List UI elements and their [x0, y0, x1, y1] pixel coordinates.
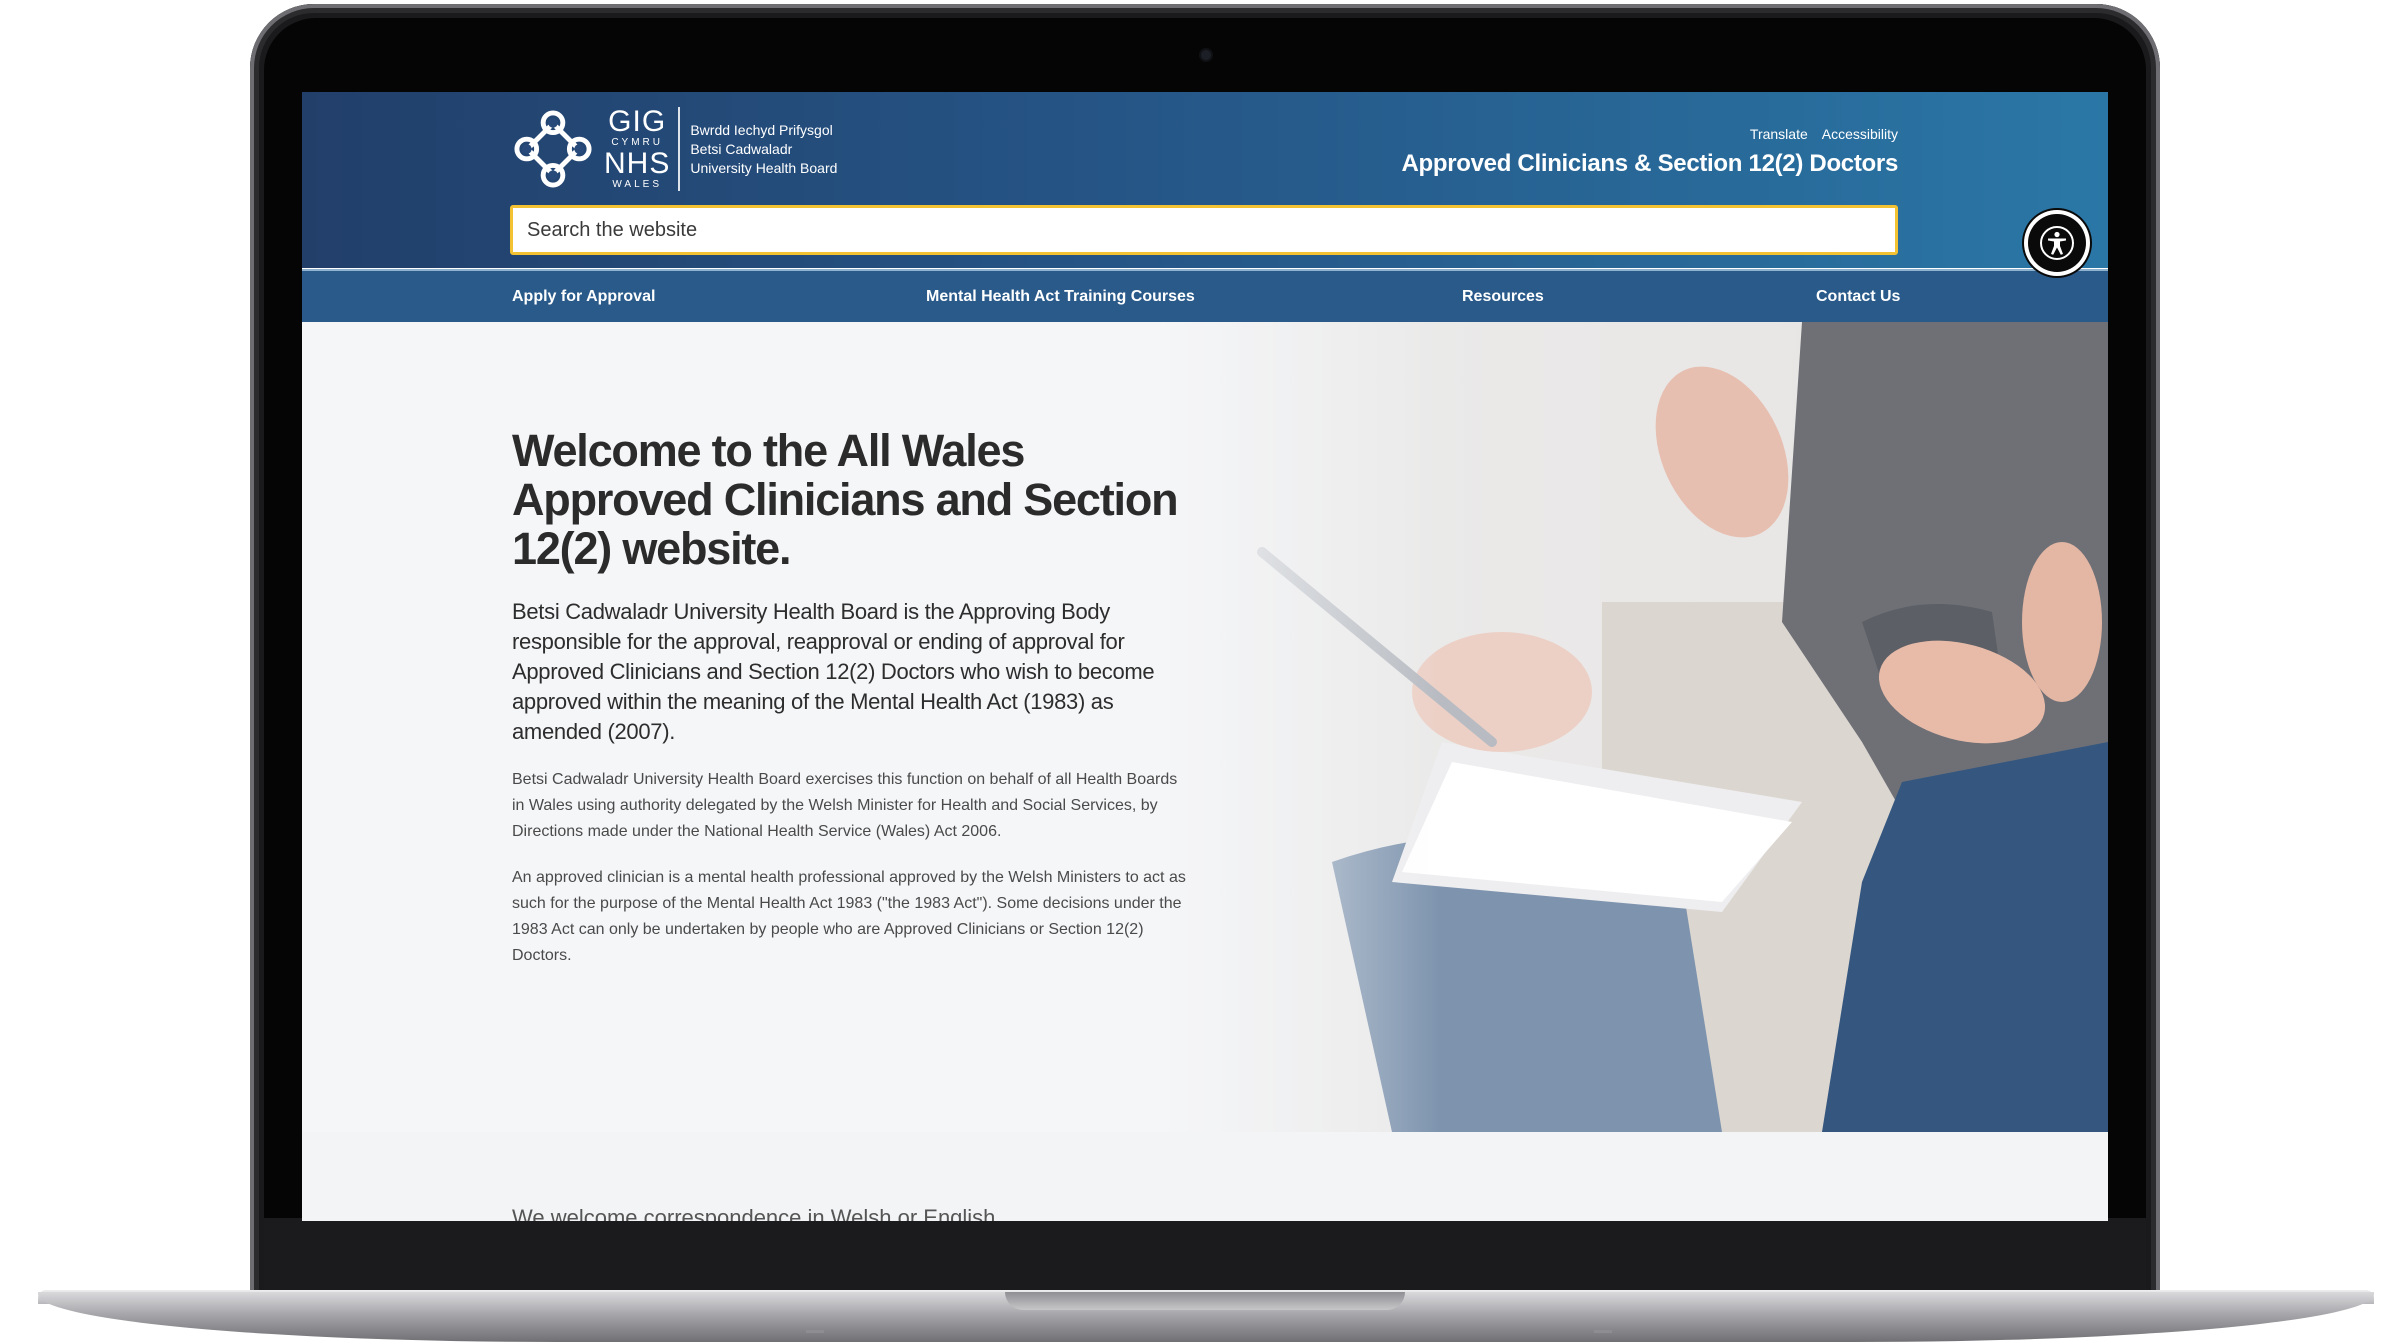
nav-apply-for-approval[interactable]: Apply for Approval [512, 288, 655, 306]
translate-link[interactable]: Translate [1750, 126, 1808, 142]
hero-lead-paragraph: Betsi Cadwaladr University Health Board … [512, 599, 1155, 744]
accessibility-person-icon [2040, 226, 2074, 260]
utility-links: Translate Accessibility [1750, 126, 1898, 142]
welsh-english-notice: We welcome correspondence in Welsh or En… [512, 1205, 996, 1221]
hero-title-line: 12(2) website. [512, 523, 792, 574]
logo-nhs-text: NHS [604, 147, 671, 180]
accessibility-link[interactable]: Accessibility [1822, 126, 1898, 142]
nhs-wales-knot-icon [514, 110, 592, 188]
nav-resources[interactable]: Resources [1462, 288, 1544, 306]
logo-org-names: Bwrdd Iechyd Prifysgol Betsi Cadwaladr U… [690, 121, 837, 178]
org-name-betsi: Betsi Cadwaladr [690, 140, 793, 157]
nav-contact-us[interactable]: Contact Us [1816, 288, 1900, 306]
main-nav: Apply for Approval Mental Health Act Tra… [302, 269, 2108, 324]
hero-title-line: Welcome to the All Wales [512, 425, 1025, 476]
site-header: GIG CYMRU NHS WALES Bwrdd Iechyd Prifysg… [302, 92, 2108, 268]
hero-title-line: Approved Clinicians and Section [512, 474, 1179, 525]
hero-text: Welcome to the All Wales Approved Clinic… [512, 426, 1192, 969]
laptop-hinge-notch [1005, 1292, 1405, 1310]
hero-section: Welcome to the All Wales Approved Clinic… [302, 322, 2108, 1132]
org-name-english: University Health Board [690, 159, 838, 176]
camera-icon [1201, 50, 1211, 60]
site-title[interactable]: Approved Clinicians & Section 12(2) Doct… [1401, 150, 1898, 178]
nav-training-courses[interactable]: Mental Health Act Training Courses [926, 288, 1195, 306]
site-logo[interactable]: GIG CYMRU NHS WALES Bwrdd Iechyd Prifysg… [512, 104, 837, 194]
browser-viewport: GIG CYMRU NHS WALES Bwrdd Iechyd Prifysg… [302, 92, 2108, 1221]
logo-wordmark: GIG CYMRU NHS WALES [604, 105, 681, 191]
hero-title: Welcome to the All Wales Approved Clinic… [512, 426, 1192, 573]
hero-paragraph-definition: An approved clinician is a mental health… [512, 869, 1186, 964]
org-name-welsh: Bwrdd Iechyd Prifysgol [690, 121, 833, 138]
accessibility-button[interactable] [2028, 214, 2086, 272]
search-input[interactable] [510, 205, 1898, 255]
logo-gig-text: GIG [608, 105, 667, 138]
next-section: We welcome correspondence in Welsh or En… [302, 1132, 2108, 1221]
laptop-foot [806, 1330, 824, 1333]
logo-wales-text: WALES [612, 179, 662, 190]
hero-paragraph-delegation: Betsi Cadwaladr University Health Board … [512, 771, 1178, 840]
laptop-foot [1594, 1330, 1612, 1333]
